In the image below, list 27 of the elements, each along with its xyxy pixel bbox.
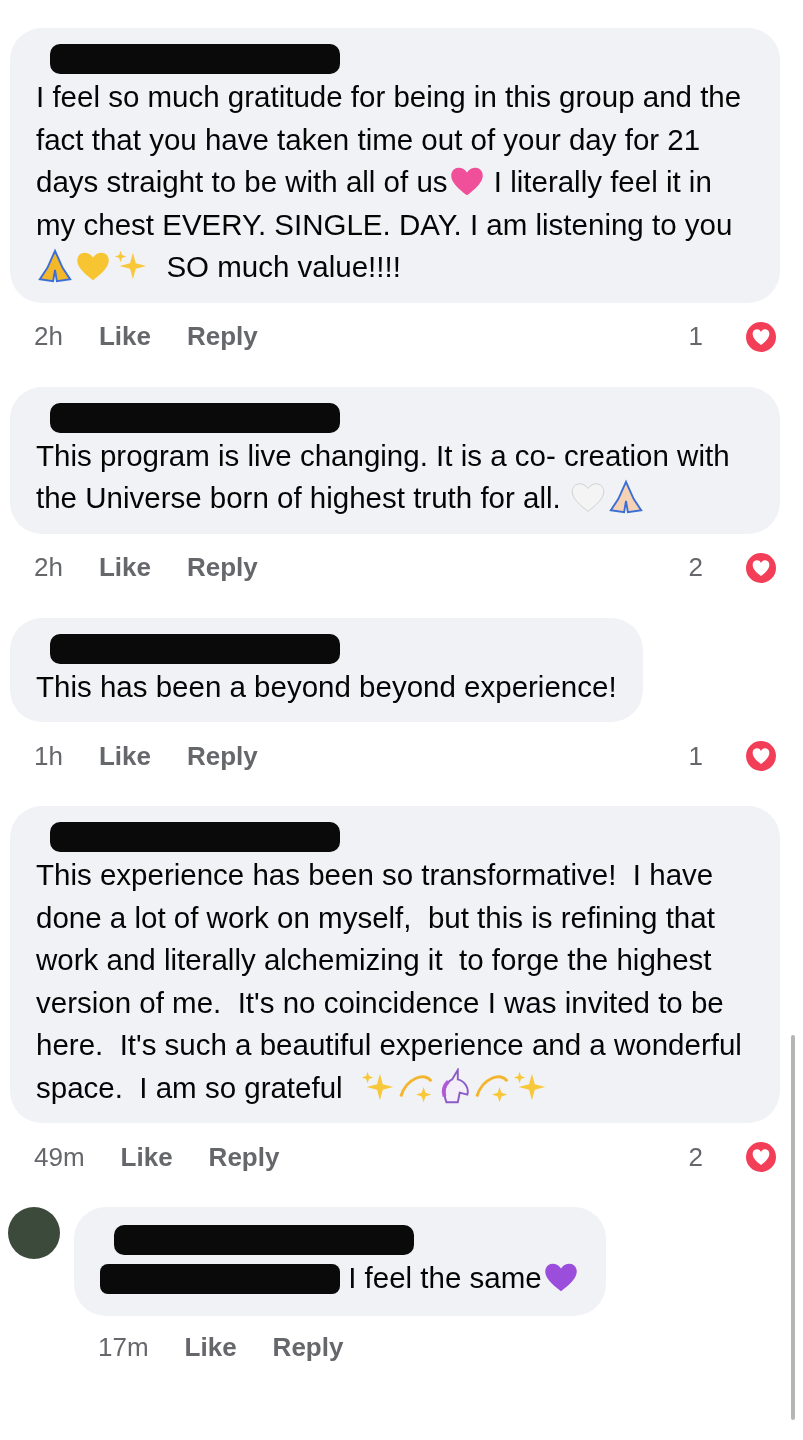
comment-time: 49m — [34, 1141, 85, 1173]
reaction-count: 1 — [688, 740, 703, 772]
reply-button[interactable]: Reply — [186, 321, 258, 352]
comment-text: This program is live changing. It is a co- creation with the Universe born of highest truth for all. — [36, 437, 731, 518]
reply-button[interactable]: Reply — [186, 740, 258, 772]
comment-text: I feel the same — [100, 1257, 580, 1300]
comment-text: I feel so much gratitude for being in this group and the fact that you have taken time out of your day for 21 days straight to be with all of us I literally feel it in my chest EVERY. SINGLE. DAY. I am listening to you SO much value!!!! — [36, 79, 743, 287]
avatar-photo[interactable] — [8, 1207, 60, 1259]
comment-time: 17m — [98, 1332, 149, 1363]
comment-time: 1h — [34, 740, 63, 772]
like-button[interactable]: Like — [98, 321, 151, 352]
like-button[interactable]: Like — [98, 552, 151, 583]
like-button[interactable]: Like — [184, 1332, 237, 1363]
reaction-count: 2 — [688, 552, 703, 583]
reaction-count: 1 — [688, 321, 703, 352]
reply-button[interactable]: Reply — [272, 1332, 344, 1363]
love-reaction-icon — [743, 738, 779, 774]
reaction-count: 2 — [688, 1141, 703, 1173]
comment-text: This has been a beyond beyond experience! — [36, 668, 617, 705]
comment-time: 2h — [34, 552, 63, 583]
like-button[interactable]: Like — [120, 1141, 173, 1173]
comment-time: 2h — [34, 321, 63, 352]
reply-button[interactable]: Reply — [208, 1141, 280, 1173]
comment-text: This experience has been so transformative! I have done a lot of work on myself, but this is refining that work and literally alchemizing it to forge the highest version of me. It's no coincidence I was invited to be here. It's such a beautiful experience and a wonderful space. I am so grateful — [36, 857, 743, 1108]
love-reaction-icon — [743, 1139, 779, 1175]
reply-button[interactable]: Reply — [186, 552, 258, 583]
like-button[interactable]: Like — [98, 740, 151, 772]
